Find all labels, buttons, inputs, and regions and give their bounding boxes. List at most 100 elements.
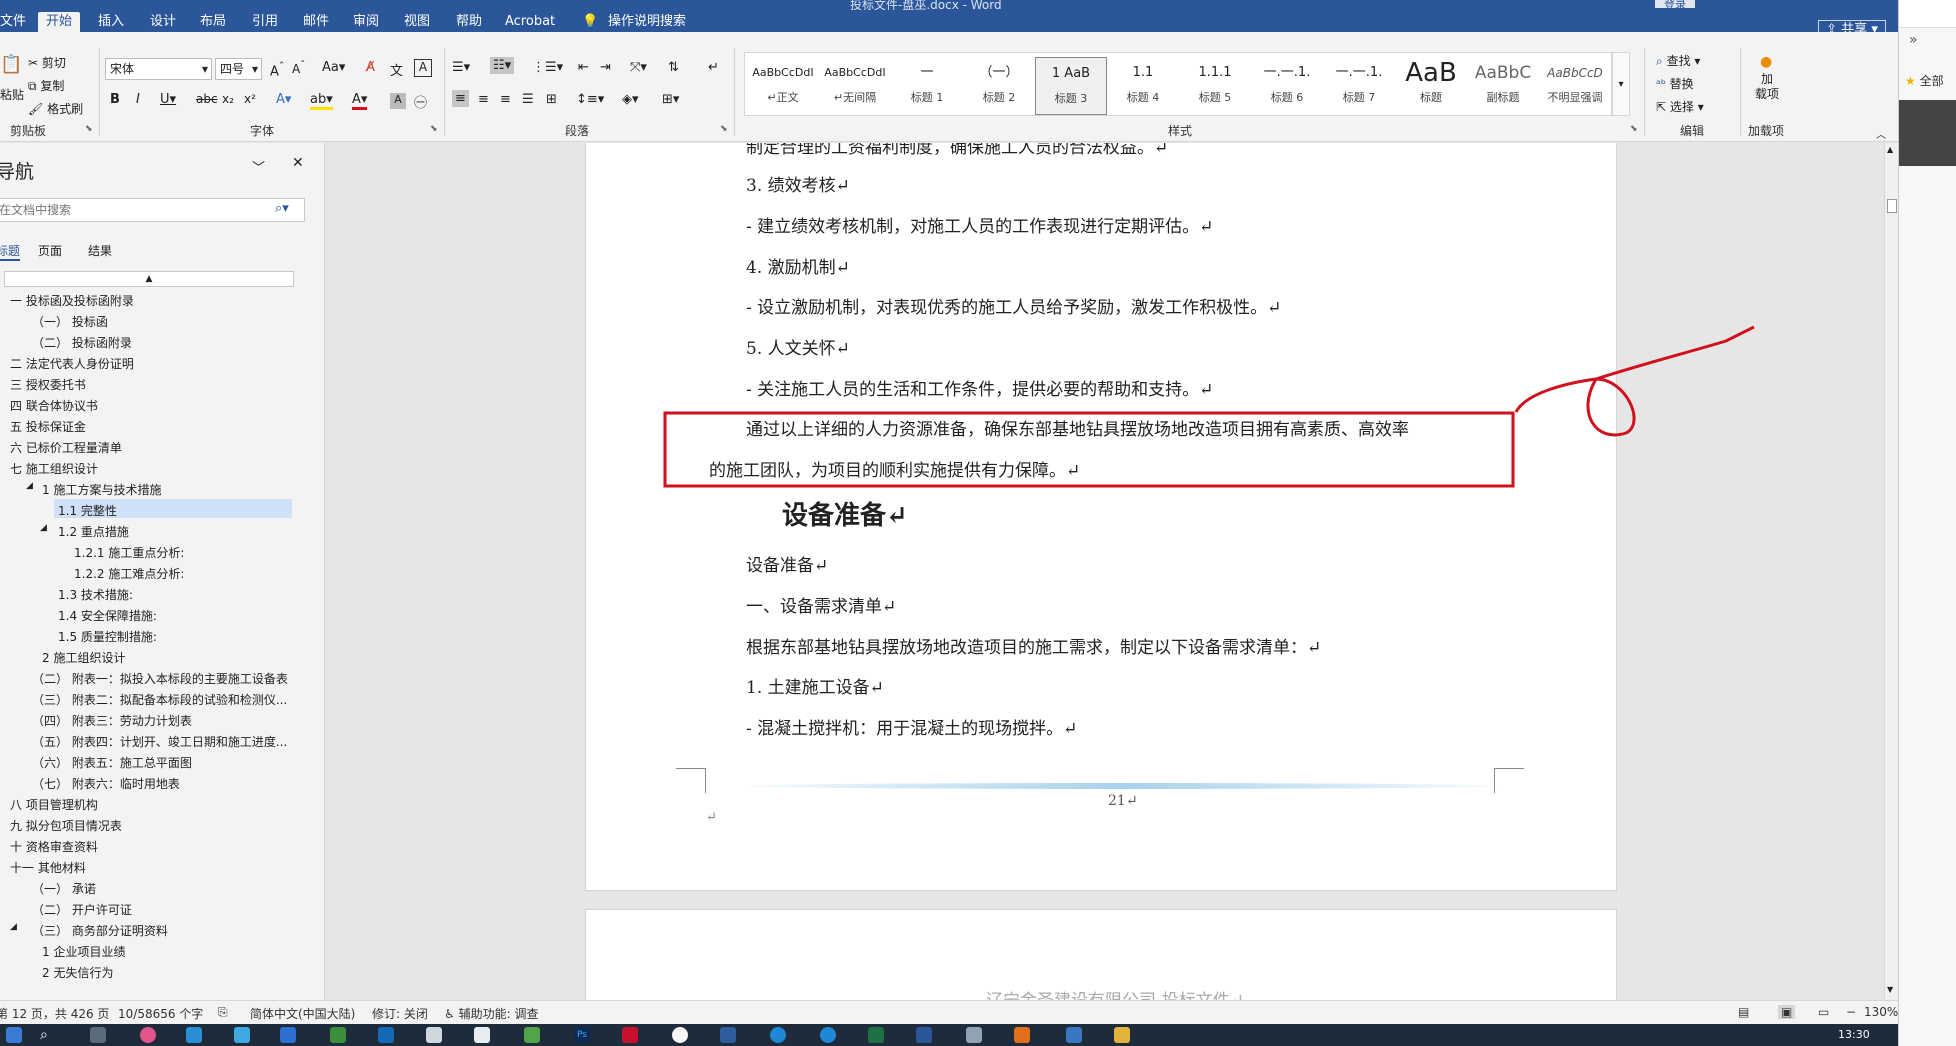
dialog-launcher-icon[interactable]: ⬊ [720,124,728,134]
status-accessibility[interactable]: ♿ 辅助功能: 调查 [444,1005,538,1022]
style-heading-3[interactable]: 1 AaB 标题 3 [1035,57,1107,115]
print-layout-icon[interactable]: ▣ [1778,1005,1796,1019]
status-language[interactable]: 简体中文(中国大陆) [250,1005,355,1022]
folder-icon[interactable] [1114,1027,1130,1043]
nav-tab-pages[interactable]: 页面 [38,242,62,259]
nav-search-box[interactable]: ⌕▾ [0,198,305,222]
zoom-out-icon[interactable]: − [1846,1005,1856,1019]
strikethrough-icon[interactable]: abc [196,92,218,106]
font-size-combo[interactable]: 四号 ▾ [215,58,262,80]
superscript-icon[interactable]: x² [244,92,256,106]
nav-item-heading[interactable]: （二） 投标函附录 [32,334,132,351]
phonetic-guide-icon[interactable]: 文 [390,60,403,79]
shrink-font-icon[interactable]: Aˇ [292,60,305,76]
line-spacing-icon[interactable]: ↕≡▾ [576,92,604,107]
dialog-launcher-icon[interactable]: ⬊ [430,124,438,134]
app-icon[interactable] [186,1027,202,1043]
select-button[interactable]: ⇱ 选择 ▾ [1656,98,1704,115]
app-icon[interactable] [820,1027,836,1043]
qq-icon[interactable] [672,1027,688,1043]
vertical-scrollbar[interactable]: ▲ ▼ [1884,143,1898,1000]
nav-item-heading[interactable]: 二 法定代表人身份证明 [10,355,134,372]
nav-item-heading[interactable]: 1.2 重点措施 [58,523,129,540]
chinese-layout-icon[interactable]: ⤧▾ [630,60,647,75]
nav-item-heading[interactable]: 1.2.1 施工重点分析: [74,544,184,561]
scroll-up-icon[interactable]: ▲ [1887,145,1893,154]
italic-icon[interactable]: I [136,92,140,107]
status-track-changes[interactable]: 修订: 关闭 [372,1005,428,1022]
enclose-char-icon[interactable]: ㊀ [414,92,427,111]
style-heading-2[interactable]: （一） 标题 2 [963,57,1035,115]
nav-item-heading[interactable]: （三） 商务部分证明资料 [32,922,168,939]
nav-scroll-up-button[interactable]: ▲ [4,271,294,287]
scrollbar-thumb[interactable] [1887,199,1897,213]
file-icon[interactable] [474,1027,490,1043]
word-icon[interactable] [916,1027,932,1043]
status-page-count[interactable]: 第 12 页，共 426 页 [0,1005,109,1022]
nav-item-heading[interactable]: 1 施工方案与技术措施 [42,481,161,498]
app-icon[interactable] [524,1027,540,1043]
format-painter-button[interactable]: 🖌 格式刷 [28,100,83,117]
subscript-icon[interactable]: x₂ [222,92,234,106]
app-icon[interactable] [234,1027,250,1043]
nav-item-heading-selected[interactable]: 1.1 完整性 [58,502,117,519]
app-icon[interactable] [378,1027,394,1043]
expand-triangle-icon[interactable]: ◢ [40,523,47,533]
sort-icon[interactable]: ⇅ [668,60,679,75]
app-icon[interactable] [330,1027,346,1043]
show-marks-icon[interactable]: ↵ [708,60,719,75]
tab-design[interactable]: 设计 [150,12,176,32]
nav-item-heading[interactable]: 1.3 技术措施: [58,586,133,603]
login-button[interactable]: 登录 [1655,0,1695,11]
nav-item-heading[interactable]: 三 授权委托书 [10,376,86,393]
nav-item-heading[interactable]: 2 无失信行为 [42,964,113,981]
tab-view[interactable]: 视图 [404,12,430,32]
tab-layout[interactable]: 布局 [200,12,226,32]
side-window-item[interactable]: ★ 全部 [1905,72,1944,89]
style-normal[interactable]: AaBbCcDdI ↵正文 [747,57,819,115]
nav-item-heading[interactable]: （三） 附表二：拟配备本标段的试验和检测仪... [32,691,287,708]
shading-icon[interactable]: ◈▾ [622,92,639,107]
cut-button[interactable]: ✂ 剪切 [28,54,66,71]
style-subtitle[interactable]: AaBbC 副标题 [1467,57,1539,115]
underline-icon[interactable]: U▾ [160,92,176,107]
nav-item-heading[interactable]: 十 资格审查资料 [10,838,98,855]
search-icon[interactable]: ⌕▾ [275,201,289,216]
nav-item-heading[interactable]: （七） 附表六：临时用地表 [32,775,180,792]
nav-item-heading[interactable]: 十一 其他材料 [10,859,86,876]
style-heading-5[interactable]: 1.1.1 标题 5 [1179,57,1251,115]
nav-item-heading[interactable]: 1.2.2 施工难点分析: [74,565,184,582]
text-effects-icon[interactable]: A▾ [276,92,291,107]
borders-icon[interactable]: ⊞▾ [662,92,679,107]
nav-item-heading[interactable]: 八 项目管理机构 [10,796,98,813]
proofing-icon[interactable]: ⎘ [218,1005,228,1020]
expand-triangle-icon[interactable]: ◢ [26,481,33,491]
acrobat-icon[interactable] [622,1027,638,1043]
tab-home[interactable]: 开始 [38,12,81,32]
align-left-icon[interactable]: ≡ [452,90,469,107]
app-icon[interactable] [966,1027,982,1043]
char-border-icon[interactable]: A [414,59,432,77]
style-title[interactable]: AaB 标题 [1395,57,1467,115]
collapse-ribbon-icon[interactable]: ︿ [1876,126,1886,141]
style-heading-7[interactable]: 一.一.1. 标题 7 [1323,57,1395,115]
nav-search-input[interactable] [0,201,269,219]
app-icon[interactable] [770,1027,786,1043]
nav-item-heading[interactable]: （五） 附表四：计划开、竣工日期和施工进度... [32,733,287,750]
paste-button[interactable]: 粘贴 [0,86,24,103]
expand-triangle-icon[interactable]: ◢ [10,922,17,932]
nav-tab-headings[interactable]: 标题 [0,242,21,261]
nav-item-heading[interactable]: 1.4 安全保障措施: [58,607,157,624]
bullets-icon[interactable]: ☰▾ [452,60,470,75]
web-layout-icon[interactable]: ▭ [1818,1005,1829,1019]
dialog-launcher-icon[interactable]: ⬊ [1630,124,1638,134]
read-mode-icon[interactable]: ▤ [1738,1005,1749,1019]
align-right-icon[interactable]: ≡ [500,92,511,107]
addins-icon[interactable]: ● [1760,54,1772,70]
char-shading-icon[interactable]: A [390,93,406,109]
style-heading-1[interactable]: 一标题 1 [891,57,963,115]
nav-item-heading[interactable]: （一） 承诺 [32,880,96,897]
nav-tab-results[interactable]: 结果 [88,242,112,259]
nav-item-heading[interactable]: 九 拟分包项目情况表 [10,817,122,834]
tab-file[interactable]: 文件 [0,12,26,32]
